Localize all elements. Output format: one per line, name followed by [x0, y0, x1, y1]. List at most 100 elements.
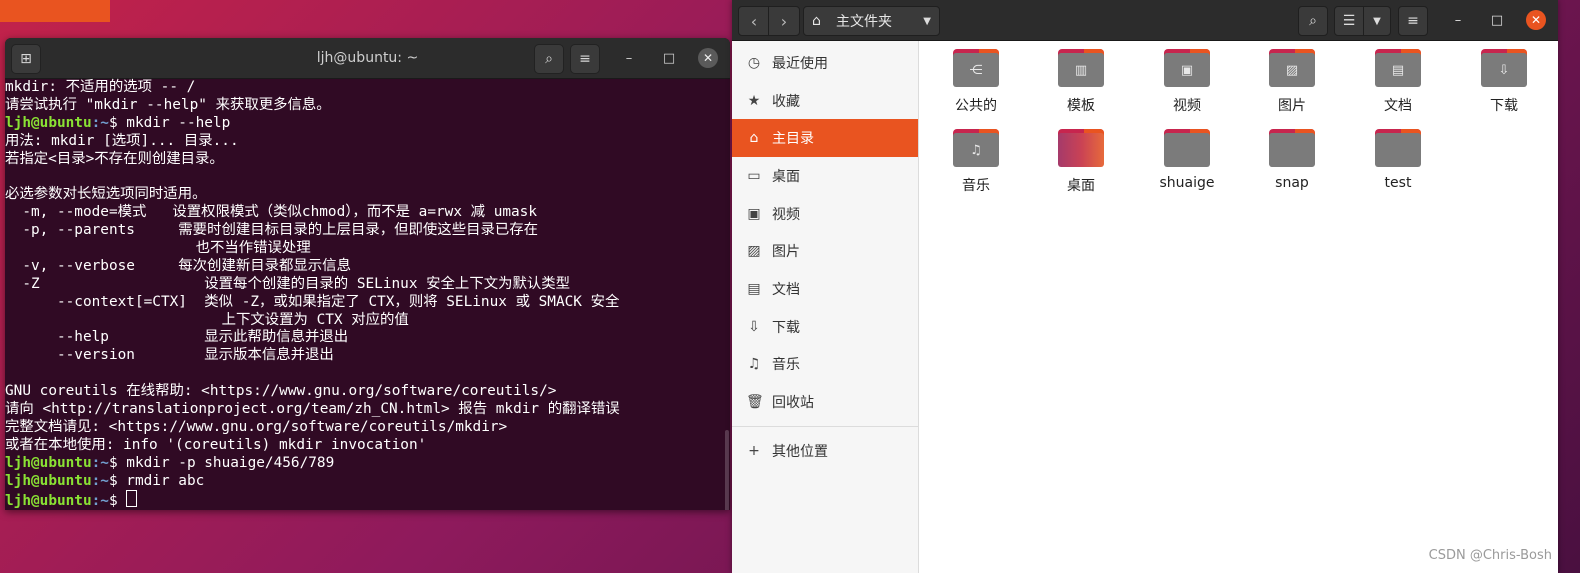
sidebar-item-label: 最近使用: [772, 55, 828, 72]
terminal-header-bar[interactable]: ⊞ ljh@ubuntu: ~ ⌕ ≡ – □ ✕: [5, 38, 730, 79]
terminal-scrollbar[interactable]: [725, 430, 729, 510]
prompt-path: :~: [91, 493, 109, 510]
home-icon: ⌂: [749, 130, 759, 147]
terminal-output-line: 上下文设置为 CTX 对应的值: [5, 311, 409, 328]
text-cursor: [126, 490, 138, 508]
file-item[interactable]: ▥ 模板: [1031, 41, 1131, 115]
view-options-button[interactable]: ▼: [1363, 6, 1391, 36]
forward-button[interactable]: ›: [768, 6, 800, 36]
minimize-icon[interactable]: –: [1448, 10, 1468, 30]
file-manager-header-bar[interactable]: ‹ › ⌂ 主文件夹 ▼ ⌕ ☰ ▼ ≡ – □ ✕: [732, 0, 1558, 41]
download-icon: ⇩: [748, 318, 760, 335]
search-icon[interactable]: ⌕: [534, 44, 564, 74]
terminal-output[interactable]: mkdir: 不适用的选项 -- / 请尝试执行 "mkdir --help" 来…: [5, 79, 730, 510]
chevron-down-icon[interactable]: ▼: [923, 16, 931, 27]
file-item[interactable]: ♫ 音乐: [926, 121, 1026, 195]
file-item[interactable]: ⇩ 下载: [1454, 41, 1554, 115]
list-view-button[interactable]: ☰: [1334, 6, 1364, 36]
terminal-window[interactable]: ⊞ ljh@ubuntu: ~ ⌕ ≡ – □ ✕ mkdir: 不适用的选项 …: [5, 38, 730, 510]
terminal-output-line: 必选参数对长短选项同时适用。: [5, 186, 207, 203]
watermark-text: CSDN @Chris-Bosh: [1428, 548, 1552, 563]
file-item-label: 图片: [1278, 98, 1306, 114]
file-item[interactable]: ⋲ 公共的: [926, 41, 1026, 115]
sidebar-item-label: 下载: [772, 319, 800, 336]
sidebar-item-label: 回收站: [772, 395, 814, 412]
minimize-icon[interactable]: –: [619, 48, 639, 68]
prompt-command: $ rmdir abc: [108, 472, 205, 489]
file-item-label: shuaige: [1159, 175, 1215, 191]
terminal-output-line: -m, --mode=模式 设置权限模式（类似chmod），而不是 a=rwx …: [5, 204, 538, 221]
file-item-label: test: [1384, 175, 1412, 191]
terminal-output-line: --context[=CTX] 类似 -Z，或如果指定了 CTX，则将 SELi…: [5, 293, 620, 310]
video-icon: ▣: [1164, 49, 1210, 87]
terminal-output-line: 完整文档请见: <https://www.gnu.org/software/co…: [5, 418, 508, 435]
file-item[interactable]: ▤ 文档: [1348, 41, 1448, 115]
file-item-label: 视频: [1173, 98, 1201, 114]
terminal-output-line: 或者在本地使用: info '(coreutils) mkdir invocat…: [5, 436, 427, 453]
terminal-prompt-line: ljh@ubuntu:~$ mkdir --help: [5, 115, 730, 133]
back-button[interactable]: ‹: [738, 6, 770, 36]
hamburger-menu-icon[interactable]: ≡: [570, 44, 600, 74]
file-item[interactable]: ▨ 图片: [1242, 41, 1342, 115]
sidebar-item-recent[interactable]: ◷ 最近使用: [732, 44, 918, 82]
file-item[interactable]: shuaige: [1137, 121, 1237, 191]
maximize-icon[interactable]: □: [1487, 10, 1507, 30]
search-icon: ⌕: [1309, 13, 1317, 29]
close-icon[interactable]: ✕: [698, 48, 718, 68]
document-icon: ▤: [747, 280, 761, 297]
prompt-path: :~: [91, 454, 109, 471]
star-icon: ★: [747, 92, 761, 109]
terminal-output-line: 若指定<目录>不存在则创建目录。: [5, 150, 224, 167]
terminal-output-line: 请向 <http://translationproject.org/team/z…: [5, 401, 620, 418]
sidebar-item-desktop[interactable]: ▭ 桌面: [732, 157, 918, 195]
places-sidebar: ◷ 最近使用 ★ 收藏 ⌂ 主目录 ▭ 桌面 ▣ 视频 ▨ 图片 ▤ 文档 ⇩ 下载 ♫ 音乐 🗑 回收站 + 其他位…: [732, 41, 919, 573]
document-icon: ▤: [1375, 49, 1421, 87]
share-icon: ⋲: [953, 49, 999, 87]
sidebar-item-other-locations[interactable]: + 其他位置: [732, 432, 918, 470]
prompt-command: $ mkdir --help: [108, 114, 231, 131]
folder-icon: [1269, 129, 1315, 167]
terminal-output-line: -v, --verbose 每次创建新目录都显示信息: [5, 257, 351, 274]
location-label: 主文件夹: [836, 14, 892, 30]
sidebar-divider: [732, 425, 918, 427]
template-icon: ▥: [1058, 49, 1104, 87]
file-manager-window[interactable]: ‹ › ⌂ 主文件夹 ▼ ⌕ ☰ ▼ ≡ – □ ✕ ◷ 最近使用 ★ 收藏 ⌂ 主目录 ▭…: [732, 0, 1558, 573]
sidebar-item-download[interactable]: ⇩ 下载: [732, 308, 918, 346]
terminal-output-line: --version 显示版本信息并退出: [5, 347, 334, 364]
sidebar-item-music[interactable]: ♫ 音乐: [732, 346, 918, 384]
sidebar-item-label: 桌面: [772, 168, 800, 185]
search-button[interactable]: ⌕: [1298, 6, 1328, 36]
file-item[interactable]: snap: [1242, 121, 1342, 191]
sidebar-item-document[interactable]: ▤ 文档: [732, 270, 918, 308]
file-item[interactable]: test: [1348, 121, 1448, 191]
hamburger-menu-icon: ≡: [1407, 13, 1419, 29]
prompt-user: ljh@ubuntu: [5, 472, 92, 489]
sidebar-item-picture[interactable]: ▨ 图片: [732, 232, 918, 270]
sidebar-item-label: 主目录: [772, 131, 814, 148]
desktop-folder-icon: [1058, 129, 1104, 167]
location-pathbar[interactable]: ⌂ 主文件夹 ▼: [803, 6, 940, 36]
new-tab-icon[interactable]: ⊞: [11, 44, 41, 74]
sidebar-item-trash[interactable]: 🗑 回收站: [732, 383, 918, 421]
maximize-icon[interactable]: □: [659, 48, 679, 68]
terminal-output-line: GNU coreutils 在线帮助: <https://www.gnu.org…: [5, 383, 557, 400]
terminal-output-line: -Z 设置每个创建的目录的 SELinux 安全上下文为默认类型: [5, 275, 571, 292]
menu-button[interactable]: ≡: [1398, 6, 1428, 36]
sidebar-item-home[interactable]: ⌂ 主目录: [732, 119, 918, 158]
sidebar-item-video[interactable]: ▣ 视频: [732, 195, 918, 233]
file-item-label: 文档: [1384, 98, 1412, 114]
file-item-label: 桌面: [1067, 178, 1095, 194]
music-icon: ♫: [953, 129, 999, 167]
file-item[interactable]: ▣ 视频: [1137, 41, 1237, 115]
folder-icon: [1375, 129, 1421, 167]
file-item[interactable]: 桌面: [1031, 121, 1131, 195]
sidebar-item-star[interactable]: ★ 收藏: [732, 82, 918, 120]
file-item-label: snap: [1275, 175, 1309, 191]
sidebar-item-label: 图片: [772, 244, 800, 261]
terminal-output-line: 请尝试执行 "mkdir --help" 来获取更多信息。: [5, 96, 331, 113]
terminal-output-line: mkdir: 不适用的选项 -- /: [5, 79, 196, 95]
prompt-user: ljh@ubuntu: [5, 493, 92, 510]
close-icon[interactable]: ✕: [1526, 10, 1546, 30]
prompt-command: $ mkdir -p shuaige/456/789: [108, 454, 335, 471]
trash-icon: 🗑: [746, 394, 764, 411]
